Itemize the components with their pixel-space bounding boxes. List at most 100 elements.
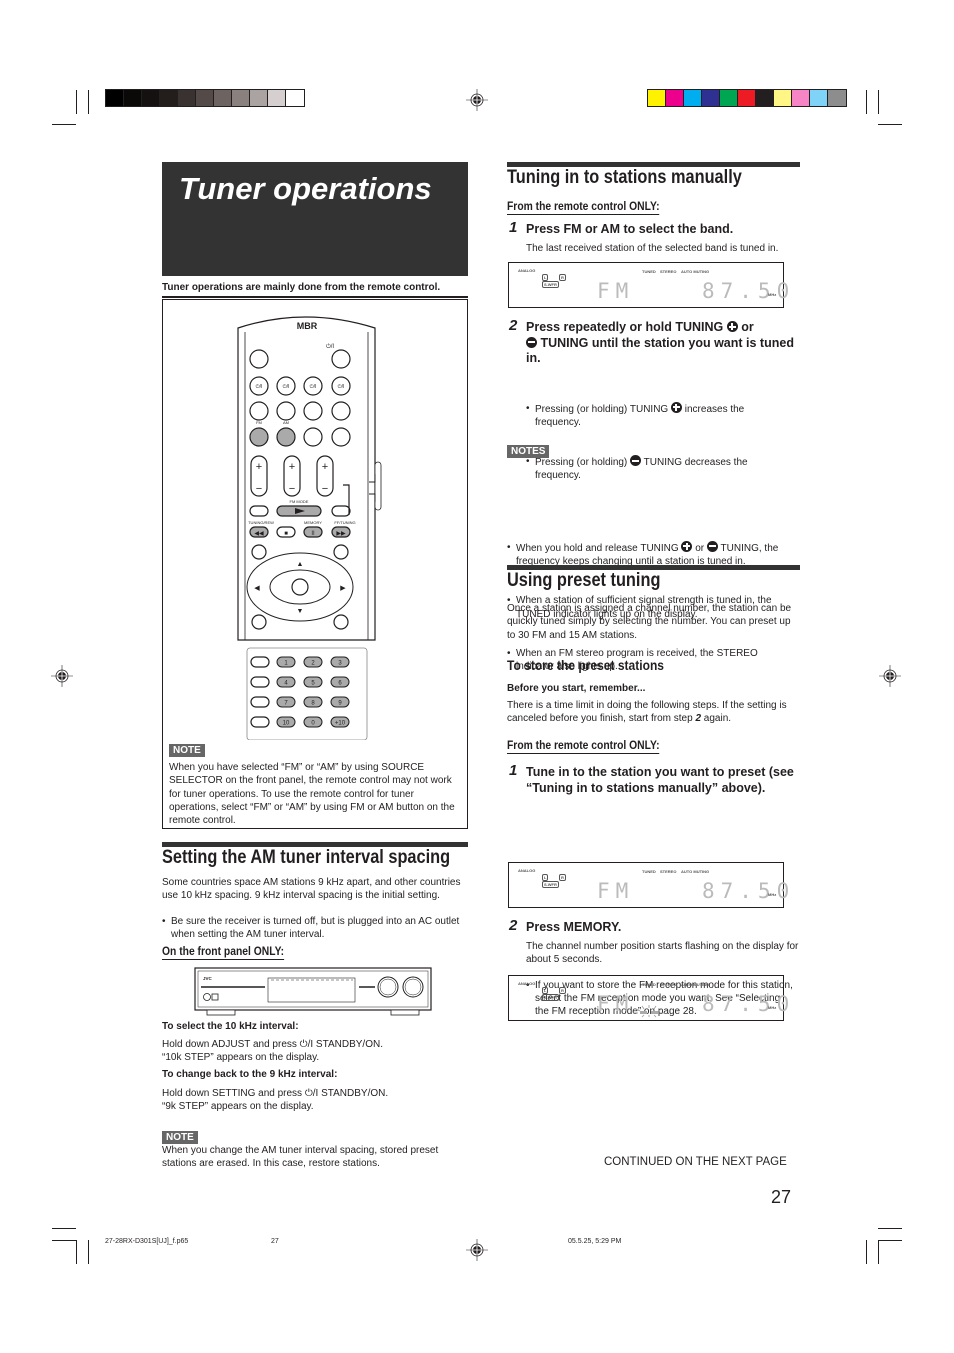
standby-power-icon: ⏻/I <box>299 1039 314 1050</box>
note-badge: NOTE <box>169 744 205 757</box>
display-l-indicator: L <box>542 874 549 881</box>
notes-badge: NOTES <box>507 445 550 458</box>
step2-bullet: Pressing (or holding) TUNING increases t… <box>526 401 788 430</box>
display-r-indicator: R <box>559 274 566 281</box>
before-text: There is a time limit in doing the follo… <box>507 700 787 725</box>
step-number: 1 <box>509 762 518 779</box>
registration-mark-icon <box>466 1239 488 1261</box>
select-10khz-line1-end: STANDBY/ON. <box>315 1039 383 1050</box>
am-note-text: When you change the AM tuner interval sp… <box>162 1145 439 1170</box>
step-title: Press MEMORY. <box>526 920 622 934</box>
remote-button[interactable] <box>249 505 269 517</box>
remote-source-button[interactable] <box>276 401 296 421</box>
note-block: NOTE When you have selected “FM” or “AM”… <box>169 740 461 827</box>
tuner-display: ANALOG L R S.WFR TUNED STEREO AUTO MUTIN… <box>508 262 789 308</box>
display-analog-indicator: ANALOG <box>518 981 536 986</box>
power-icon: ⏻/I <box>256 384 263 390</box>
color-swatch <box>756 90 774 106</box>
step-number: 1 <box>509 219 518 236</box>
back-9khz-line2: “9k STEP” appears on the display. <box>162 1101 314 1113</box>
remote-button[interactable] <box>331 505 351 517</box>
color-swatch <box>286 90 304 106</box>
remote-button[interactable] <box>333 544 349 560</box>
step-reference: 2 <box>695 713 701 725</box>
file-timestamp: 05.5.25, 5:29 PM <box>568 1238 622 1245</box>
display-automuting-indicator: AUTO MUTING <box>681 269 710 274</box>
page-title-block: Tuner operations <box>162 162 468 276</box>
fm-mode-label: FM MODE <box>290 499 309 504</box>
remote-only-subheading: From the remote control ONLY: <box>507 199 660 215</box>
color-swatch <box>774 90 792 106</box>
am-button[interactable] <box>276 427 296 447</box>
remote-button[interactable] <box>250 696 270 708</box>
remote-power-label: ⏻/I <box>326 343 334 350</box>
remote-source-button[interactable] <box>303 427 323 447</box>
color-swatch <box>142 90 160 106</box>
remote-menu-button[interactable] <box>331 349 351 369</box>
display-frequency: 87.50 <box>702 879 796 903</box>
display-automuting-indicator: AUTO MUTING <box>681 869 710 874</box>
color-swatch <box>196 90 214 106</box>
fast-forward-icon: ▶▶ <box>336 531 346 537</box>
remote-source-button[interactable] <box>249 401 269 421</box>
remote-button[interactable] <box>250 656 270 668</box>
registration-mark-icon <box>51 665 73 687</box>
display-swfr-indicator: S.WFR <box>542 281 559 288</box>
plus-icon: + <box>289 461 295 473</box>
color-swatch <box>250 90 268 106</box>
color-swatch <box>232 90 250 106</box>
remote-button[interactable] <box>250 676 270 688</box>
divider <box>162 296 468 298</box>
manual-tuning-heading: Tuning in to stations manually <box>507 167 742 188</box>
remote-only-subheading: From the remote control ONLY: <box>507 738 660 754</box>
remote-button[interactable] <box>251 614 267 630</box>
remote-source-button[interactable] <box>331 427 351 447</box>
front-panel-subheading: On the front panel ONLY: <box>162 944 285 960</box>
right-arrow-icon: ▶ <box>340 585 346 592</box>
step-number: 2 <box>509 917 518 934</box>
display-automuting-indicator: AUTO MUTING <box>681 982 710 987</box>
remote-button[interactable] <box>249 349 269 369</box>
remote-illustration-box: MBR ⏻/I ⏻/I ⏻/I ⏻/I ⏻/I FM AM + − + − + − FM MODE TUNI… <box>162 299 468 829</box>
step-number: 2 <box>509 317 518 334</box>
up-arrow-icon: ▲ <box>297 561 304 568</box>
remote-control-illustration: MBR ⏻/I ⏻/I ⏻/I ⏻/I ⏻/I FM AM + − + − + − FM MODE TUNI… <box>237 316 382 740</box>
display-band: FM <box>597 879 635 903</box>
remote-button[interactable] <box>333 614 349 630</box>
remote-button[interactable] <box>251 544 267 560</box>
color-swatch-bar <box>647 89 847 107</box>
display-unit: MHz <box>768 1005 777 1010</box>
tuning-minus-icon <box>630 455 642 467</box>
color-swatch <box>124 90 142 106</box>
step-title: Press FM or AM to select the band. <box>526 222 734 236</box>
step2-title-part: or <box>741 320 754 334</box>
enter-button[interactable] <box>291 578 309 596</box>
tuning-plus-icon <box>670 401 682 413</box>
display-l-indicator: L <box>542 274 549 281</box>
color-swatch <box>106 90 124 106</box>
fm-button[interactable] <box>249 427 269 447</box>
notes-block: NOTES <box>507 441 550 459</box>
display-stereo-indicator: STEREO <box>660 982 677 987</box>
display-r-indicator: R <box>559 874 566 881</box>
pause-icon: II <box>311 531 315 537</box>
fm-label: FM <box>256 420 262 425</box>
remote-button[interactable] <box>250 716 270 728</box>
page-title: Tuner operations <box>179 171 432 206</box>
display-band: FM <box>597 992 635 1016</box>
file-page: 27 <box>271 1238 279 1245</box>
bullet-text: Pressing (or holding) TUNING <box>535 403 669 415</box>
remote-source-button[interactable] <box>303 401 323 421</box>
display-swfr-indicator: S.WFR <box>542 994 559 1001</box>
display-stereo-indicator: STEREO <box>660 869 677 874</box>
keypad-label: 10 <box>283 721 290 727</box>
color-swatch <box>720 90 738 106</box>
display-frequency: 87.50 <box>702 992 796 1016</box>
color-swatch <box>648 90 666 106</box>
remote-source-button[interactable] <box>331 401 351 421</box>
color-swatch <box>792 90 810 106</box>
select-10khz-line2: “10k STEP” appears on the display. <box>162 1052 320 1064</box>
display-tuned-indicator: TUNED <box>642 982 656 987</box>
registration-mark-icon <box>879 665 901 687</box>
am-intro-text: Some countries space AM stations 9 kHz a… <box>162 877 461 902</box>
